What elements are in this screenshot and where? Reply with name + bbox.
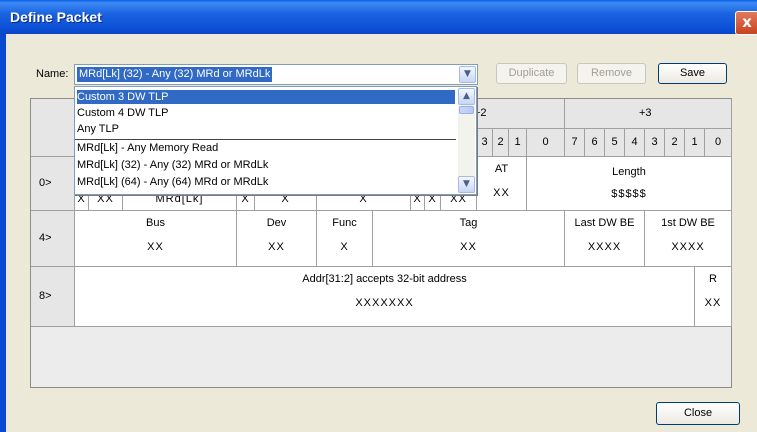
- field-value: X: [340, 241, 349, 253]
- field-value: XXXX: [671, 241, 705, 253]
- bit-label: 2: [665, 129, 685, 157]
- row-label-0: 0>: [39, 177, 52, 189]
- scroll-down-icon[interactable]: ▼: [458, 176, 475, 193]
- field-label: Dev: [266, 217, 287, 229]
- save-button[interactable]: Save: [658, 63, 727, 84]
- dropdown-item[interactable]: Custom 4 DW TLP: [77, 106, 169, 120]
- field-addr[interactable]: Addr[31:2] accepts 32-bit address XXXXXX…: [75, 267, 695, 327]
- field-label: Addr[31:2] accepts 32-bit address: [302, 273, 467, 285]
- field-label: Func: [332, 217, 357, 229]
- close-button[interactable]: Close: [656, 402, 740, 425]
- field-at[interactable]: AT XX: [477, 157, 527, 211]
- bit-label: 6: [585, 129, 605, 157]
- name-dropdown-list[interactable]: Custom 3 DW TLP Custom 4 DW TLP Any TLP …: [74, 86, 477, 195]
- dialog-title: Define Packet: [10, 9, 102, 25]
- field-label: Tag: [459, 217, 478, 229]
- field-value: XX: [147, 241, 164, 253]
- bit-label: 2: [493, 129, 509, 157]
- bit-label: 0: [527, 129, 565, 157]
- row-label-4: 4>: [39, 232, 52, 244]
- field-value: XXXXXXX: [355, 297, 414, 309]
- name-combobox-value: MRd[Lk] (32) - Any (32) MRd or MRdLk: [77, 67, 273, 82]
- field-value: XX: [493, 187, 510, 199]
- bit-label: 1: [685, 129, 705, 157]
- dropdown-item[interactable]: MRd[Lk] - Any Memory Read: [77, 141, 218, 155]
- remove-button[interactable]: Remove: [577, 63, 646, 84]
- bit-label: 3: [477, 129, 493, 157]
- field-label: 1st DW BE: [661, 217, 715, 229]
- window-border: [0, 34, 6, 432]
- field-label: Last DW BE: [574, 217, 635, 229]
- dropdown-scrollbar[interactable]: ▲ ▼: [458, 88, 475, 193]
- field-value: XX: [268, 241, 285, 253]
- bit-label: 0: [705, 129, 732, 157]
- field-bus[interactable]: Bus XX: [75, 211, 237, 267]
- scroll-up-icon[interactable]: ▲: [458, 88, 475, 105]
- name-label: Name:: [36, 68, 69, 80]
- field-value: XX: [460, 241, 477, 253]
- name-combobox[interactable]: MRd[Lk] (32) - Any (32) MRd or MRdLk ▼: [74, 64, 478, 85]
- bit-label: 7: [565, 129, 585, 157]
- bit-label: 4: [625, 129, 645, 157]
- bit-label: 1: [509, 129, 527, 157]
- dropdown-item[interactable]: MRd[Lk] (64) - Any (64) MRd or MRdLk: [77, 175, 268, 189]
- field-value: XXXX: [587, 241, 622, 253]
- title-bar[interactable]: Define Packet x: [0, 0, 757, 35]
- bit-label: 5: [605, 129, 625, 157]
- dropdown-item[interactable]: Custom 3 DW TLP: [77, 90, 455, 104]
- field-label: Length: [612, 166, 646, 178]
- empty-area: [31, 327, 731, 387]
- byte-header-plus3: +3: [639, 107, 652, 119]
- row-label-8: 8>: [39, 290, 52, 302]
- corner-header: [31, 99, 75, 157]
- field-tag[interactable]: Tag XX: [373, 211, 565, 267]
- close-window-icon[interactable]: x: [735, 11, 757, 35]
- field-label: Bus: [146, 217, 165, 229]
- field-r[interactable]: R XX: [695, 267, 732, 327]
- field-last-dw-be[interactable]: Last DW BE XXXX: [565, 211, 645, 267]
- bit-label: 3: [645, 129, 665, 157]
- field-1st-dw-be[interactable]: 1st DW BE XXXX: [645, 211, 732, 267]
- scroll-thumb[interactable]: [459, 106, 474, 114]
- dropdown-item[interactable]: Any TLP: [77, 122, 119, 136]
- field-label: AT: [494, 163, 509, 175]
- chevron-down-icon[interactable]: ▼: [459, 66, 476, 83]
- dropdown-item[interactable]: MRd[Lk] (32) - Any (32) MRd or MRdLk: [77, 158, 268, 172]
- field-value: $$$$$: [611, 188, 647, 200]
- field-label: R: [709, 273, 717, 285]
- dropdown-separator: [75, 139, 456, 140]
- field-value: XX: [704, 297, 722, 309]
- define-packet-dialog: Define Packet x Name: MRd[Lk] (32) - Any…: [0, 0, 757, 432]
- duplicate-button[interactable]: Duplicate: [496, 63, 567, 84]
- field-length[interactable]: Length $$$$$: [527, 157, 732, 211]
- field-func[interactable]: Func X: [317, 211, 373, 267]
- field-dev[interactable]: Dev XX: [237, 211, 317, 267]
